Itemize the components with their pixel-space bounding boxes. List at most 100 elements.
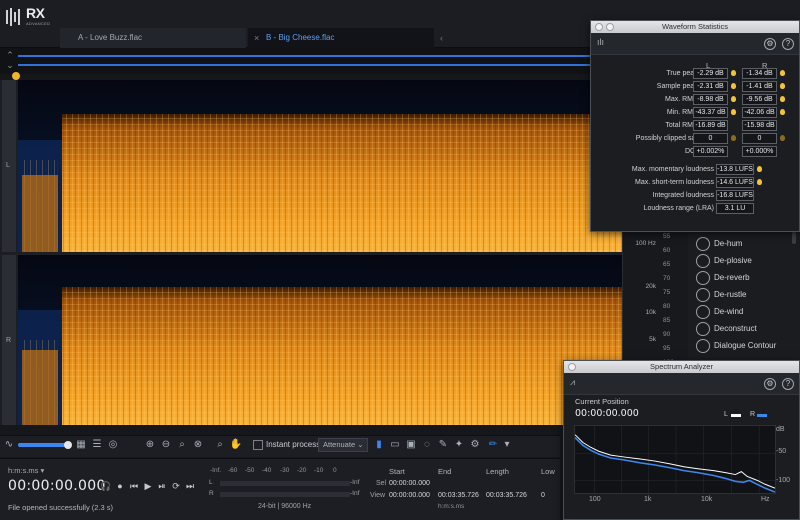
process-mode-select[interactable]: Attenuate ⌄ [318,438,368,452]
stat-value-right: -15.98 dB [742,120,777,131]
stat-value-left: -2.31 dB [693,81,728,92]
window-title: Waveform Statistics [662,22,728,31]
chevron-left-icon[interactable]: ‹ [440,28,450,48]
overview-waveform [18,52,658,70]
stat-value-right: -1.34 dB [742,68,777,79]
skip-forward-icon[interactable]: ⏭ [184,480,196,492]
record-icon[interactable]: ● [114,480,126,492]
file-tabs: A - Love Buzz.flac × B - Big Cheese.flac [60,28,436,48]
spectrogram-icon[interactable]: ▦ [74,438,88,452]
module-deconstruct[interactable]: Deconstruct [688,321,800,337]
sel-start-field[interactable]: 00:00:00.000 [389,480,430,487]
help-icon[interactable]: ? [782,38,794,50]
chevron-down-icon[interactable]: ▾ [500,438,514,452]
analyzer-timecode: 00:00:00.000 [575,408,639,419]
magic-wand-icon[interactable]: ✦ [452,438,466,452]
view-low-field[interactable]: 0 [541,492,545,499]
legend-right-swatch [757,414,767,417]
bulb-icon [731,109,736,115]
tab-label: A - Love Buzz.flac [78,33,143,42]
channel-strip: L R [0,80,18,425]
loudness-label: Max. short-term loudness [635,179,714,186]
module-dialogue-contour[interactable]: Dialogue Contour [688,338,800,354]
view-row-label: View [370,492,386,499]
view-length-field[interactable]: 00:03:35.726 [486,492,527,499]
play-icon[interactable]: ▶ [142,480,154,492]
stat-value-left: -2.29 dB [693,68,728,79]
freq-tick: 20k [645,283,656,290]
logo-subtext: ADVANCED [26,21,51,26]
loudness-label: Loudness range (LRA) [643,205,714,212]
harmonic-select-icon[interactable]: ⚙ [468,438,482,452]
brush-icon[interactable]: ✎ [436,438,450,452]
waveform-stats-logo-icon: ılı [597,37,605,47]
module-de-rustle[interactable]: De-rustle [688,287,800,303]
magnify-icon[interactable]: ⌕ [213,438,227,452]
help-icon[interactable]: ? [782,378,794,390]
view-end-field[interactable]: 00:03:35.726 [438,492,479,499]
zoom-slider-knob[interactable] [64,441,72,449]
module-scrollbar[interactable] [792,232,796,244]
tab-love-buzz[interactable]: A - Love Buzz.flac [60,28,246,48]
meter-scale-label: -10 [314,467,324,474]
stat-value-right: 0 [742,133,777,144]
dialogue-contour-icon [696,339,710,353]
window-titlebar[interactable]: Spectrum Analyzer [564,361,799,373]
play-selection-icon[interactable]: ⏯ [156,480,168,492]
window-titlebar[interactable]: Waveform Statistics [591,21,799,33]
compass-icon[interactable]: ◎ [106,438,120,452]
spectrum-plot[interactable] [574,425,776,494]
close-icon[interactable]: × [254,28,259,48]
zoom-selection-icon[interactable]: ⌕ [175,438,189,452]
pencil-icon[interactable]: ✏ [486,438,500,452]
list-icon[interactable]: ☰ [90,438,104,452]
module-label: De-hum [714,239,743,248]
zoom-slider-fill [18,443,66,447]
analyzer-x-tick: 100 [589,496,601,503]
skip-back-icon[interactable]: ⏮ [128,480,140,492]
tab-big-cheese[interactable]: × B - Big Cheese.flac [248,28,434,48]
analyzer-x-tick: 1k [644,496,652,503]
waveform-icon[interactable]: ∿ [2,438,16,452]
view-start-field[interactable]: 00:00:00.000 [389,492,430,499]
analyzer-y-unit: dB [776,426,785,433]
level-meter-left [220,481,350,486]
de-rustle-icon [696,288,710,302]
zoom-fit-icon[interactable]: ⊗ [191,438,205,452]
time-select-icon[interactable]: ▮ [372,438,386,452]
sel-row-label: Sel [376,480,387,487]
legend-right-label: R [750,411,756,418]
tab-label: B - Big Cheese.flac [266,33,335,42]
de-wind-icon [696,305,710,319]
zoom-out-icon[interactable]: ⊖ [159,438,173,452]
gear-icon[interactable]: ⚙ [764,378,776,390]
rx-logo-icon [6,8,20,26]
module-de-plosive[interactable]: De-plosive [688,253,800,269]
window-header: ılı ⚙ ? [591,33,799,55]
time-freq-select-icon[interactable]: ▣ [404,438,418,452]
meter-scale-label: -40 [262,467,272,474]
module-label: De-rustle [714,290,747,299]
module-de-wind[interactable]: De-wind [688,304,800,320]
db-tick: 90 [663,331,671,338]
instant-process-checkbox[interactable] [253,440,263,450]
collapse-icon[interactable]: ⌃ ⌄ [4,50,16,70]
selection-end-header: End [438,467,452,476]
freq-select-icon[interactable]: ▭ [388,438,402,452]
bulb-icon [780,109,785,115]
hand-tool-icon[interactable]: ✋ [229,438,243,452]
window-title: Spectrum Analyzer [650,362,713,371]
headphones-icon[interactable]: 🎧 [100,480,112,492]
module-de-hum[interactable]: De-hum [688,236,800,252]
lasso-icon[interactable]: ◌ [420,438,434,452]
loop-icon[interactable]: ⟳ [170,480,182,492]
meter-right-label: R [209,490,214,497]
gear-icon[interactable]: ⚙ [764,38,776,50]
module-de-reverb[interactable]: De-reverb [688,270,800,286]
meter-scale-label: -Inf. [210,467,222,474]
db-tick: 80 [663,303,671,310]
playhead-marker[interactable] [12,72,20,80]
format-info: 24-bit | 96000 Hz [258,503,312,510]
zoom-in-icon[interactable]: ⊕ [143,438,157,452]
time-format-select[interactable]: h:m:s.ms ▾ [8,466,44,475]
